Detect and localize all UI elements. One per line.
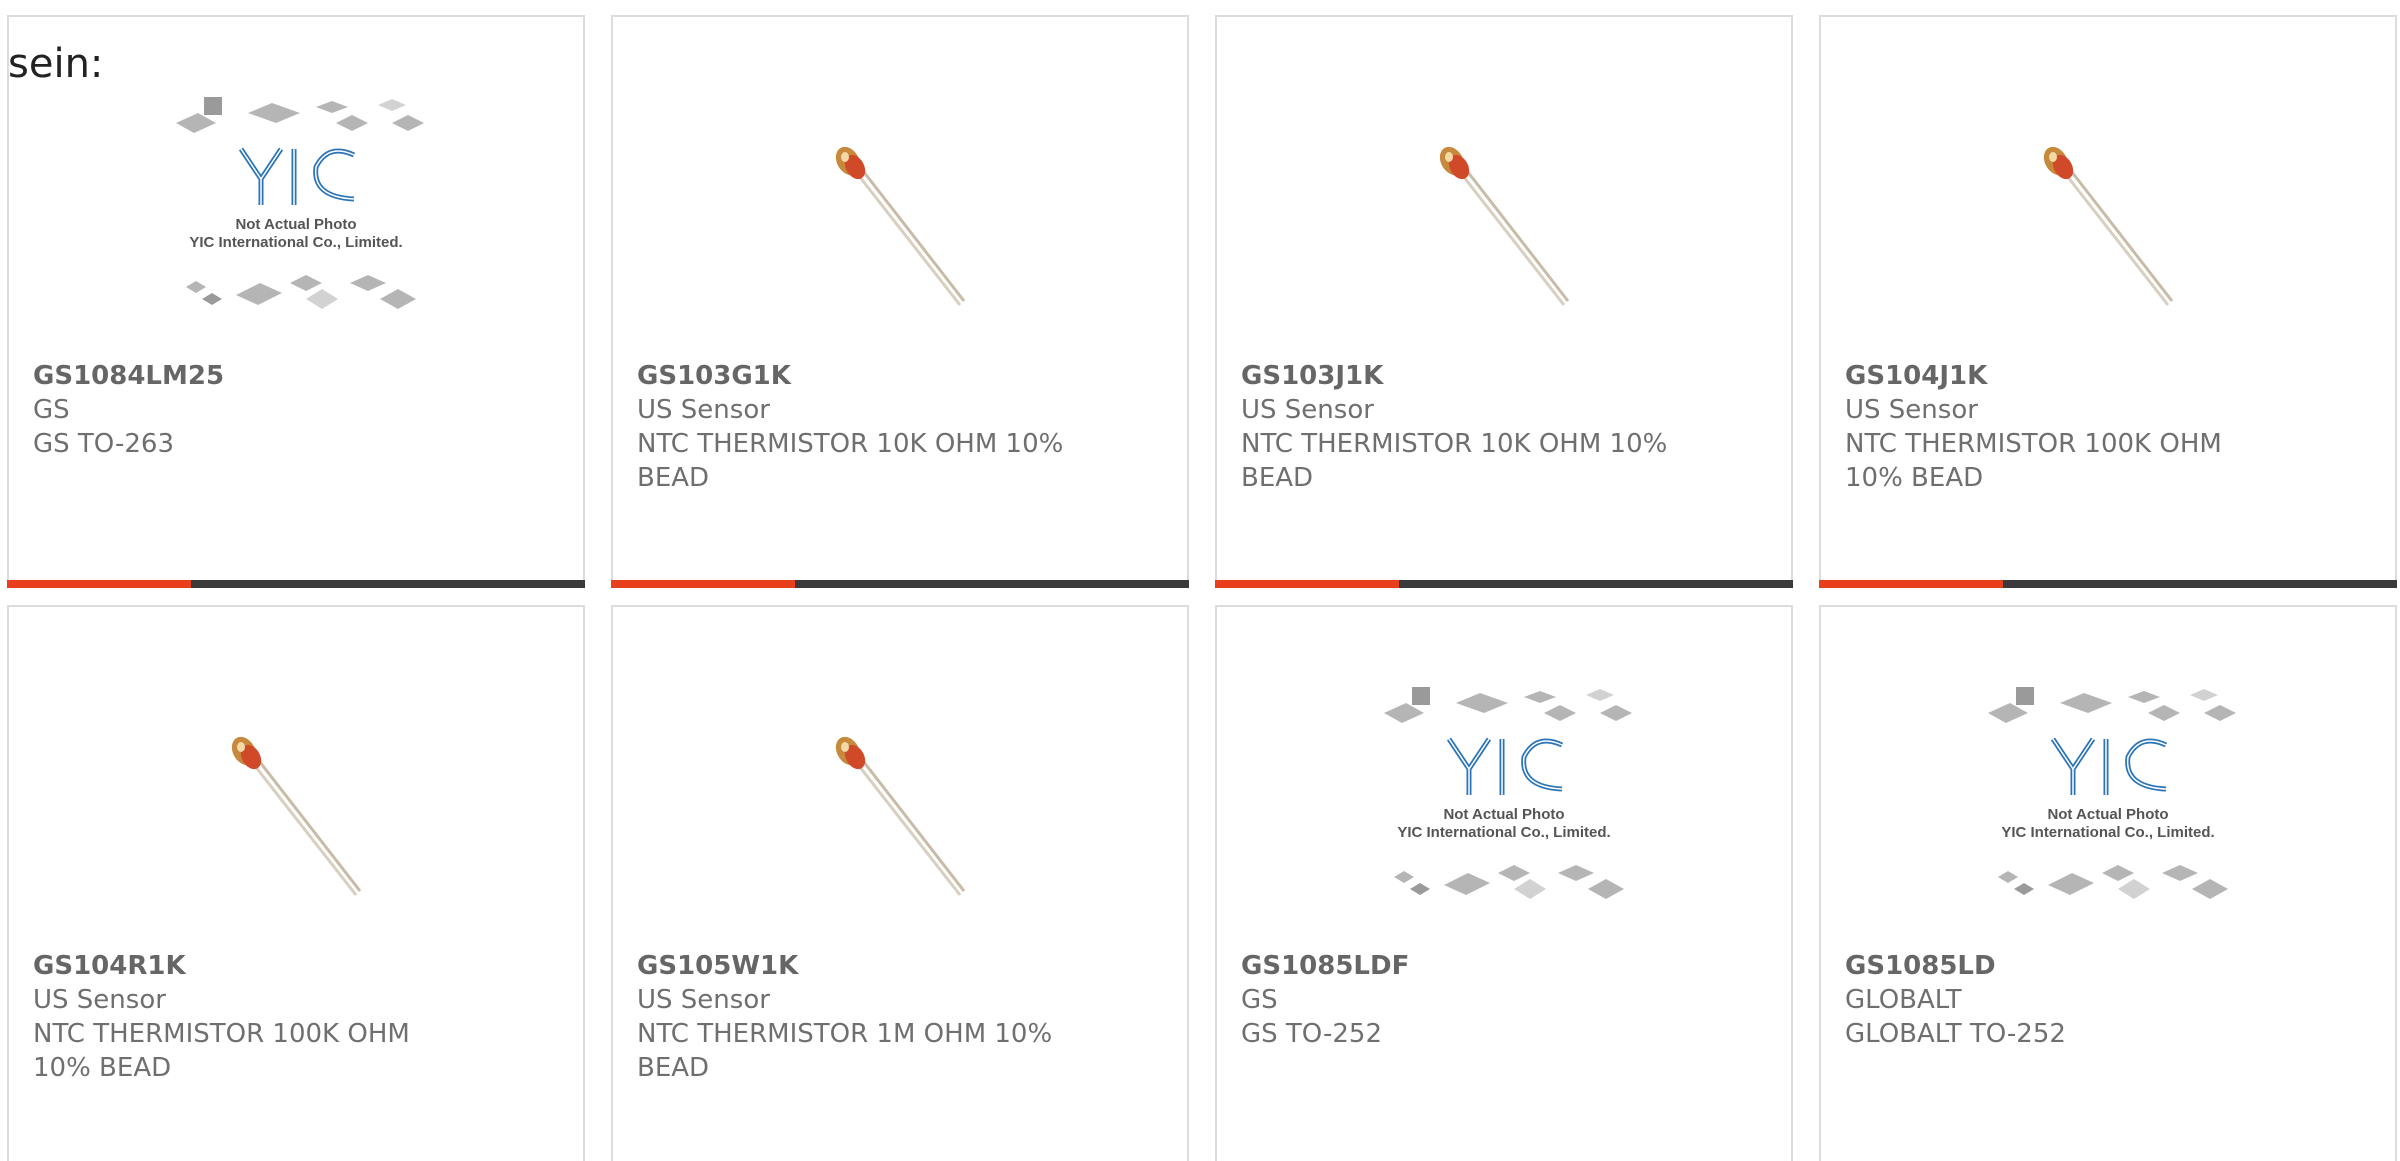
product-info: GS1084LM25 GS GS TO-263	[33, 359, 559, 461]
manufacturer: US Sensor	[637, 395, 770, 425]
thermistor-icon	[231, 736, 362, 896]
card-bar-accent	[1819, 580, 2003, 588]
product-card[interactable]: GS104J1K US Sensor NTC THERMISTOR 100K O…	[1819, 15, 2397, 588]
product-image[interactable]: Not Actual Photo YIC International Co., …	[1217, 677, 1791, 957]
placeholder-yic-icon: Not Actual Photo YIC International Co., …	[1384, 687, 1632, 899]
svg-text:YIC International Co., Limited: YIC International Co., Limited.	[2001, 824, 2214, 841]
svg-text:Not Actual Photo: Not Actual Photo	[235, 216, 356, 233]
product-info: GS104R1K US Sensor NTC THERMISTOR 100K O…	[33, 949, 559, 1085]
manufacturer: US Sensor	[637, 985, 770, 1015]
card-bottom-bar	[1819, 580, 2397, 588]
product-card[interactable]: GS105W1K US Sensor NTC THERMISTOR 1M OHM…	[611, 605, 1189, 1161]
card-bottom-bar	[7, 580, 585, 588]
thermistor-icon	[1439, 146, 1570, 306]
product-description: GLOBALT TO-252	[1845, 1019, 2066, 1049]
product-image[interactable]	[9, 677, 583, 957]
card-bar-accent	[1215, 580, 1399, 588]
product-description: NTC THERMISTOR 10K OHM 10% BEAD	[1241, 429, 1668, 493]
product-description: GS TO-263	[33, 429, 174, 459]
product-card[interactable]: GS103G1K US Sensor NTC THERMISTOR 10K OH…	[611, 15, 1189, 588]
product-image[interactable]	[613, 677, 1187, 957]
part-number[interactable]: GS1085LDF	[1241, 949, 1767, 983]
intro-text: sein:	[8, 41, 104, 87]
thermistor-icon	[835, 736, 966, 896]
manufacturer: GS	[33, 395, 70, 425]
product-card[interactable]: Not Actual Photo YIC International Co., …	[1215, 605, 1793, 1161]
product-description: NTC THERMISTOR 10K OHM 10% BEAD	[637, 429, 1064, 493]
product-description: NTC THERMISTOR 100K OHM 10% BEAD	[1845, 429, 2222, 493]
product-card[interactable]: Not Actual Photo YIC International Co., …	[7, 15, 585, 588]
manufacturer: US Sensor	[33, 985, 166, 1015]
product-description: NTC THERMISTOR 100K OHM 10% BEAD	[33, 1019, 410, 1083]
product-card[interactable]: GS103J1K US Sensor NTC THERMISTOR 10K OH…	[1215, 15, 1793, 588]
product-info: GS105W1K US Sensor NTC THERMISTOR 1M OHM…	[637, 949, 1163, 1085]
product-image[interactable]	[1217, 87, 1791, 367]
card-bar-accent	[611, 580, 795, 588]
card-bar-accent	[7, 580, 191, 588]
manufacturer: US Sensor	[1845, 395, 1978, 425]
product-image[interactable]	[1821, 87, 2395, 367]
product-card[interactable]: GS104R1K US Sensor NTC THERMISTOR 100K O…	[7, 605, 585, 1161]
product-info: GS1085LDF GS GS TO-252	[1241, 949, 1767, 1051]
product-info: GS103G1K US Sensor NTC THERMISTOR 10K OH…	[637, 359, 1163, 495]
svg-text:Not Actual Photo: Not Actual Photo	[2047, 806, 2168, 823]
product-image[interactable]	[613, 87, 1187, 367]
product-card[interactable]: Not Actual Photo YIC International Co., …	[1819, 605, 2397, 1161]
product-info: GS1085LD GLOBALT GLOBALT TO-252	[1845, 949, 2371, 1051]
manufacturer: GLOBALT	[1845, 985, 1962, 1015]
card-bottom-bar	[611, 580, 1189, 588]
placeholder-yic-icon: Not Actual Photo YIC International Co., …	[176, 97, 424, 309]
svg-text:YIC International Co., Limited: YIC International Co., Limited.	[189, 234, 402, 251]
thermistor-icon	[2043, 146, 2174, 306]
product-info: GS103J1K US Sensor NTC THERMISTOR 10K OH…	[1241, 359, 1767, 495]
svg-text:Not Actual Photo: Not Actual Photo	[1443, 806, 1564, 823]
part-number[interactable]: GS103J1K	[1241, 359, 1767, 393]
svg-text:YIC International Co., Limited: YIC International Co., Limited.	[1397, 824, 1610, 841]
part-number[interactable]: GS104R1K	[33, 949, 559, 983]
part-number[interactable]: GS104J1K	[1845, 359, 2371, 393]
manufacturer: GS	[1241, 985, 1278, 1015]
part-number[interactable]: GS105W1K	[637, 949, 1163, 983]
product-description: GS TO-252	[1241, 1019, 1382, 1049]
placeholder-yic-icon: Not Actual Photo YIC International Co., …	[1988, 687, 2236, 899]
card-bottom-bar	[1215, 580, 1793, 588]
product-description: NTC THERMISTOR 1M OHM 10% BEAD	[637, 1019, 1053, 1083]
part-number[interactable]: GS1084LM25	[33, 359, 559, 393]
manufacturer: US Sensor	[1241, 395, 1374, 425]
part-number[interactable]: GS103G1K	[637, 359, 1163, 393]
product-image[interactable]: Not Actual Photo YIC International Co., …	[1821, 677, 2395, 957]
product-listing-page: sein: Not Actual Photo YIC International…	[0, 0, 2400, 1161]
product-image[interactable]: Not Actual Photo YIC International Co., …	[9, 87, 583, 367]
thermistor-icon	[835, 146, 966, 306]
part-number[interactable]: GS1085LD	[1845, 949, 2371, 983]
product-info: GS104J1K US Sensor NTC THERMISTOR 100K O…	[1845, 359, 2371, 495]
